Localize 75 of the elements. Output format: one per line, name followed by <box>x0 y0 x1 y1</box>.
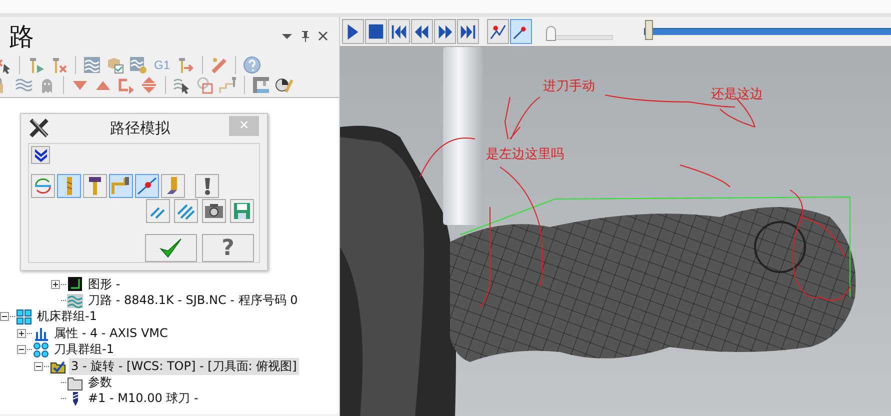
help-icon[interactable] <box>243 56 262 74</box>
circles-icon <box>33 342 49 358</box>
toggle-button[interactable] <box>109 174 133 198</box>
expand-sign-icon <box>16 328 26 338</box>
waves-gear-icon[interactable] <box>129 56 147 74</box>
toggle-button[interactable] <box>31 174 55 198</box>
toggle-button[interactable] <box>135 174 159 198</box>
tree-item[interactable]: #1 - M10.00 球刀 - <box>86 390 200 408</box>
bracket-arrow-icon[interactable] <box>117 76 135 94</box>
toggle-button[interactable] <box>57 174 81 198</box>
sphere-pencil-icon[interactable] <box>275 76 293 94</box>
tree-item[interactable]: 参数 <box>86 374 114 392</box>
annotation-label: 还是这边 <box>711 86 763 103</box>
double-chevron-icon <box>34 148 48 162</box>
tree-item[interactable]: 机床群组-1 <box>35 308 99 326</box>
x-logo-icon <box>29 118 51 138</box>
graphics-icon <box>67 276 83 292</box>
tree-item[interactable]: 刀路 - 8848.1K - SJB.NC - 程序号码 0 <box>86 292 300 310</box>
bar-chart-icon <box>33 325 49 342</box>
path-point-icon <box>137 176 157 196</box>
mode-toggle[interactable] <box>487 19 509 44</box>
slider-thumb[interactable] <box>546 26 556 40</box>
tree-item[interactable]: 3 - 旋转 - [WCS: TOP] - [刀具面: 俯视图] <box>69 358 299 375</box>
exclamation-icon <box>204 178 210 194</box>
checkmark-icon <box>159 237 183 259</box>
camera-icon <box>204 201 224 221</box>
progress-thumb[interactable] <box>644 20 653 40</box>
annotation-label: 是左边这里吗 <box>486 146 564 163</box>
play-button[interactable] <box>342 19 364 44</box>
tree-item[interactable]: 图形 - <box>86 276 122 293</box>
rewind-button[interactable] <box>411 19 433 44</box>
close-icon[interactable] <box>317 30 329 42</box>
skip-end-button[interactable] <box>457 19 479 44</box>
annotation-label: 进刀手动 <box>543 78 595 95</box>
stop-button[interactable] <box>365 19 387 44</box>
ok-button[interactable] <box>145 234 197 262</box>
folder-icon <box>67 374 83 391</box>
toggle-button[interactable] <box>83 174 107 198</box>
cycle-arrows-icon <box>33 176 53 196</box>
shank-tool-icon <box>111 176 131 196</box>
wand-icon[interactable] <box>210 56 228 74</box>
wavy-lines-icon <box>67 292 83 309</box>
mode-toggle[interactable] <box>510 19 532 44</box>
expand-toggle[interactable] <box>15 328 27 338</box>
expand-toggle[interactable] <box>15 345 27 354</box>
double-arrow-icon[interactable] <box>140 76 158 94</box>
tree-item[interactable]: 刀具群组-1 <box>52 341 116 358</box>
waves-cursor-icon[interactable] <box>173 76 191 94</box>
expand-sign-icon <box>16 345 26 354</box>
expand-toggle[interactable] <box>32 362 44 371</box>
grid-icon <box>16 308 32 325</box>
toggle-button[interactable] <box>161 174 185 198</box>
toggle-button[interactable] <box>195 174 219 198</box>
dialog-title: 路径模拟 <box>109 118 171 138</box>
expand-sign-icon <box>34 362 42 371</box>
expand-toggle[interactable] <box>0 312 10 322</box>
floppy-icon <box>232 201 252 221</box>
collapse-button[interactable] <box>31 146 50 164</box>
tool-play-icon[interactable] <box>27 56 45 74</box>
box-check-icon[interactable] <box>106 56 124 74</box>
waves-icon[interactable] <box>83 56 101 74</box>
step-tool-icon[interactable] <box>219 76 237 94</box>
expand-toggle[interactable] <box>49 280 61 289</box>
help-button[interactable]: ? <box>202 234 254 262</box>
tree-item[interactable]: 属性 - 4 - AXIS VMC <box>52 324 170 342</box>
skip-start-button[interactable] <box>388 19 410 44</box>
action-button[interactable] <box>202 199 226 223</box>
tool-x-icon[interactable] <box>50 56 68 74</box>
pin-icon[interactable] <box>299 30 311 42</box>
end-mill-icon <box>66 177 72 195</box>
machine-icon[interactable] <box>252 76 270 94</box>
expand-sign-icon <box>50 280 60 289</box>
circle-square-icon[interactable] <box>196 76 214 94</box>
fast-forward-button[interactable] <box>434 19 456 44</box>
panel-title: 路 <box>9 20 34 52</box>
